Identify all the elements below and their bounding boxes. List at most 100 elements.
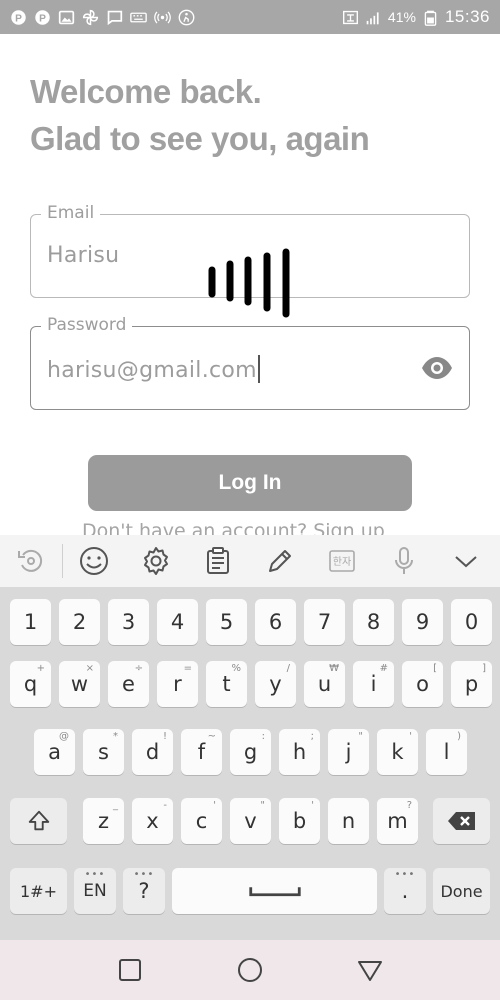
status-bar: P P 41% 15:36 xyxy=(0,0,500,34)
key-b[interactable]: b ' xyxy=(279,798,320,844)
key-8[interactable]: 8 xyxy=(353,599,394,645)
emoji-icon[interactable] xyxy=(63,535,125,587)
period-key[interactable]: . ••• xyxy=(384,868,426,914)
key-a[interactable]: a @ xyxy=(34,729,75,775)
key-hint: * xyxy=(113,731,118,742)
key-9[interactable]: 9 xyxy=(402,599,443,645)
key-hint: [ xyxy=(433,663,437,674)
password-field[interactable]: Password harisu@gmail.com xyxy=(30,315,470,410)
back-button[interactable] xyxy=(350,950,390,990)
svg-text:P: P xyxy=(39,13,46,24)
key-hint: ! xyxy=(162,731,167,742)
key-label: x xyxy=(146,809,159,833)
key-l[interactable]: l) xyxy=(426,729,467,775)
clipboard-icon[interactable] xyxy=(187,535,249,587)
mic-icon[interactable] xyxy=(373,535,435,587)
key-e[interactable]: e ÷ xyxy=(108,661,149,707)
pencil-icon[interactable] xyxy=(249,535,311,587)
key-label: Done xyxy=(440,881,483,901)
key-label: g xyxy=(243,740,258,764)
key-hint: ÷ xyxy=(134,663,143,674)
key-hint: × xyxy=(85,663,94,674)
key-r[interactable]: r = xyxy=(157,661,198,707)
signup-link[interactable]: Don't have an account? Sign up xyxy=(82,519,385,535)
key-f[interactable]: f ~ xyxy=(181,729,222,775)
message-icon xyxy=(106,9,123,26)
circle-icon xyxy=(238,958,262,982)
recent-apps-button[interactable] xyxy=(110,950,150,990)
page-title: Welcome back. Glad to see you, again xyxy=(30,68,470,162)
key-q[interactable]: q + xyxy=(10,661,51,707)
key-s[interactable]: s * xyxy=(83,729,124,775)
title-line-2: Glad to see you, again xyxy=(30,120,370,157)
key-i[interactable]: i # xyxy=(353,661,394,707)
key-hint: ? xyxy=(406,800,412,811)
key-n[interactable]: n xyxy=(328,798,369,844)
key-label: r xyxy=(173,672,182,696)
key-1[interactable]: 1 xyxy=(10,599,51,645)
password-text: harisu@gmail.com xyxy=(47,358,257,383)
more-dots: ••• xyxy=(84,869,106,880)
square-icon xyxy=(119,959,141,981)
rotate-icon[interactable] xyxy=(0,535,62,587)
login-button[interactable]: Log In xyxy=(88,455,412,511)
key-h[interactable]: h; xyxy=(279,729,320,775)
key-label: j xyxy=(345,740,352,764)
home-button[interactable] xyxy=(230,950,270,990)
key-2[interactable]: 2 xyxy=(59,599,100,645)
key-p[interactable]: p] xyxy=(451,661,492,707)
keyboard-toolbar: 한자 xyxy=(0,535,500,587)
key-hint: / xyxy=(286,663,290,674)
key-label: s xyxy=(98,740,109,764)
key-g[interactable]: g: xyxy=(230,729,271,775)
key-4[interactable]: 4 xyxy=(157,599,198,645)
key-y[interactable]: y / xyxy=(255,661,296,707)
symbols-key[interactable]: 1#+ xyxy=(10,868,67,914)
backspace-key[interactable] xyxy=(433,798,490,844)
key-6[interactable]: 6 xyxy=(255,599,296,645)
hanja-icon[interactable]: 한자 xyxy=(311,535,373,587)
key-label: h xyxy=(292,740,307,764)
key-hint: % xyxy=(231,663,241,674)
battery-icon xyxy=(422,9,439,26)
key-t[interactable]: t% xyxy=(206,661,247,707)
key-label: y xyxy=(269,672,282,696)
key-0[interactable]: 0 xyxy=(451,599,492,645)
key-label: 5 xyxy=(219,610,234,634)
email-input[interactable]: Harisu xyxy=(47,243,119,268)
key-v[interactable]: v " xyxy=(230,798,271,844)
key-7[interactable]: 7 xyxy=(304,599,345,645)
done-key[interactable]: Done xyxy=(433,868,490,914)
key-label: o xyxy=(416,672,429,696)
key-hint: ) xyxy=(457,731,461,742)
key-o[interactable]: o[ xyxy=(402,661,443,707)
password-input[interactable]: harisu@gmail.com xyxy=(47,355,260,383)
pinwheel-icon xyxy=(82,9,99,26)
key-hint: : xyxy=(261,731,265,742)
settings-icon[interactable] xyxy=(125,535,187,587)
key-w[interactable]: w × xyxy=(59,661,100,707)
key-c[interactable]: c ' xyxy=(181,798,222,844)
key-j[interactable]: j " xyxy=(328,729,369,775)
shift-key[interactable] xyxy=(10,798,67,844)
language-key[interactable]: EN ••• xyxy=(74,868,116,914)
key-3[interactable]: 3 xyxy=(108,599,149,645)
key-label: c xyxy=(195,809,208,833)
key-d[interactable]: d! xyxy=(132,729,173,775)
key-z[interactable]: z _ xyxy=(83,798,124,844)
question-key[interactable]: ? ••• xyxy=(123,868,165,914)
key-u[interactable]: u ₩ xyxy=(304,661,345,707)
chevron-down-icon[interactable] xyxy=(435,535,497,587)
signal-icon xyxy=(365,9,382,26)
key-label: 2 xyxy=(72,610,87,634)
show-password-icon[interactable] xyxy=(421,355,453,381)
key-5[interactable]: 5 xyxy=(206,599,247,645)
triangle-down-icon xyxy=(358,961,382,981)
key-m[interactable]: m? xyxy=(377,798,418,844)
key-hint: ; xyxy=(310,731,314,742)
space-key[interactable] xyxy=(172,868,377,914)
key-x[interactable]: x- xyxy=(132,798,173,844)
key-k[interactable]: k ' xyxy=(377,729,418,775)
pinterest-icon: P xyxy=(10,9,27,26)
keyboard-status-icon xyxy=(130,9,147,26)
